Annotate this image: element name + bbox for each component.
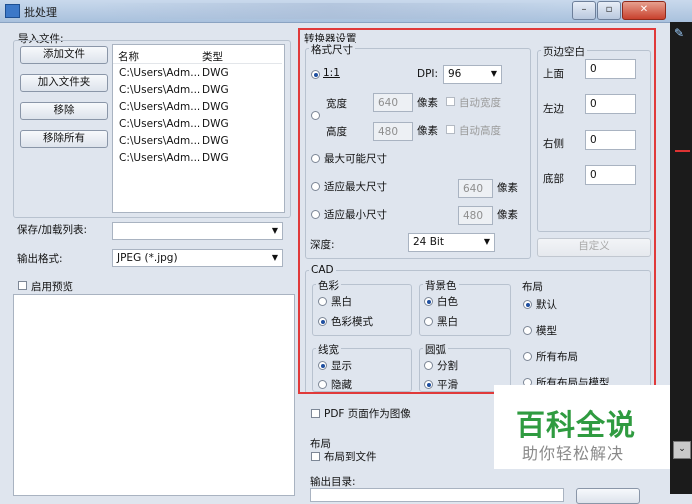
red-mark bbox=[675, 150, 690, 152]
column-header-name[interactable]: 名称 bbox=[118, 49, 139, 64]
highlight-frame bbox=[298, 28, 656, 394]
file-row-type[interactable]: DWG bbox=[202, 135, 229, 147]
preview-area bbox=[13, 294, 295, 496]
output-format-select[interactable]: JPEG (*.jpg) ▼ bbox=[112, 249, 283, 267]
add-file-button[interactable]: 添加文件 bbox=[20, 46, 108, 64]
save-load-list-select[interactable]: ▼ bbox=[112, 222, 283, 240]
layout-to-file-label[interactable]: 布局到文件 bbox=[324, 449, 377, 464]
file-row-type[interactable]: DWG bbox=[202, 152, 229, 164]
dropdown-arrow-icon: ▼ bbox=[271, 253, 278, 262]
file-row-name[interactable]: C:\Users\Adm... bbox=[119, 101, 200, 113]
pen-icon: ✎ bbox=[674, 26, 685, 40]
title-blur bbox=[95, 3, 565, 19]
pdf-as-image-label[interactable]: PDF 页面作为图像 bbox=[324, 406, 411, 421]
close-button[interactable]: ✕ bbox=[622, 1, 666, 20]
browse-button[interactable] bbox=[576, 488, 640, 504]
maximize-button[interactable]: ▫ bbox=[597, 1, 621, 20]
file-row-type[interactable]: DWG bbox=[202, 67, 229, 79]
add-folder-button[interactable]: 加入文件夹 bbox=[20, 74, 108, 92]
enable-preview-checkbox[interactable] bbox=[18, 281, 27, 290]
column-header-type[interactable]: 类型 bbox=[202, 49, 223, 64]
output-format-label: 输出格式: bbox=[17, 253, 63, 265]
pdf-as-image-checkbox[interactable] bbox=[311, 409, 320, 418]
minimize-button[interactable]: – bbox=[572, 1, 596, 20]
file-row-type[interactable]: DWG bbox=[202, 84, 229, 96]
remove-all-button[interactable]: 移除所有 bbox=[20, 130, 108, 148]
save-load-list-label: 保存/加载列表: bbox=[17, 224, 88, 236]
remove-button[interactable]: 移除 bbox=[20, 102, 108, 120]
watermark-logo-text: 百科全说 bbox=[516, 408, 637, 442]
header-divider bbox=[113, 63, 282, 64]
output-dir-label: 输出目录: bbox=[310, 476, 356, 488]
chevron-down-icon[interactable]: ⌄ bbox=[673, 441, 691, 459]
watermark-slogan: 助你轻松解决 bbox=[522, 444, 625, 463]
file-row-name[interactable]: C:\Users\Adm... bbox=[119, 135, 200, 147]
file-row-name[interactable]: C:\Users\Adm... bbox=[119, 152, 200, 164]
file-row-type[interactable]: DWG bbox=[202, 118, 229, 130]
enable-preview-label[interactable]: 启用预览 bbox=[31, 279, 73, 294]
window-title: 批处理 bbox=[24, 6, 57, 19]
layout-to-file-checkbox[interactable] bbox=[311, 452, 320, 461]
output-dir-input[interactable] bbox=[310, 488, 564, 502]
background-app-strip bbox=[670, 22, 692, 494]
file-row-type[interactable]: DWG bbox=[202, 101, 229, 113]
output-format-value: JPEG (*.jpg) bbox=[117, 252, 178, 264]
file-row-name[interactable]: C:\Users\Adm... bbox=[119, 84, 200, 96]
dropdown-arrow-icon: ▼ bbox=[271, 226, 278, 235]
file-row-name[interactable]: C:\Users\Adm... bbox=[119, 67, 200, 79]
app-icon bbox=[5, 4, 20, 18]
file-row-name[interactable]: C:\Users\Adm... bbox=[119, 118, 200, 130]
